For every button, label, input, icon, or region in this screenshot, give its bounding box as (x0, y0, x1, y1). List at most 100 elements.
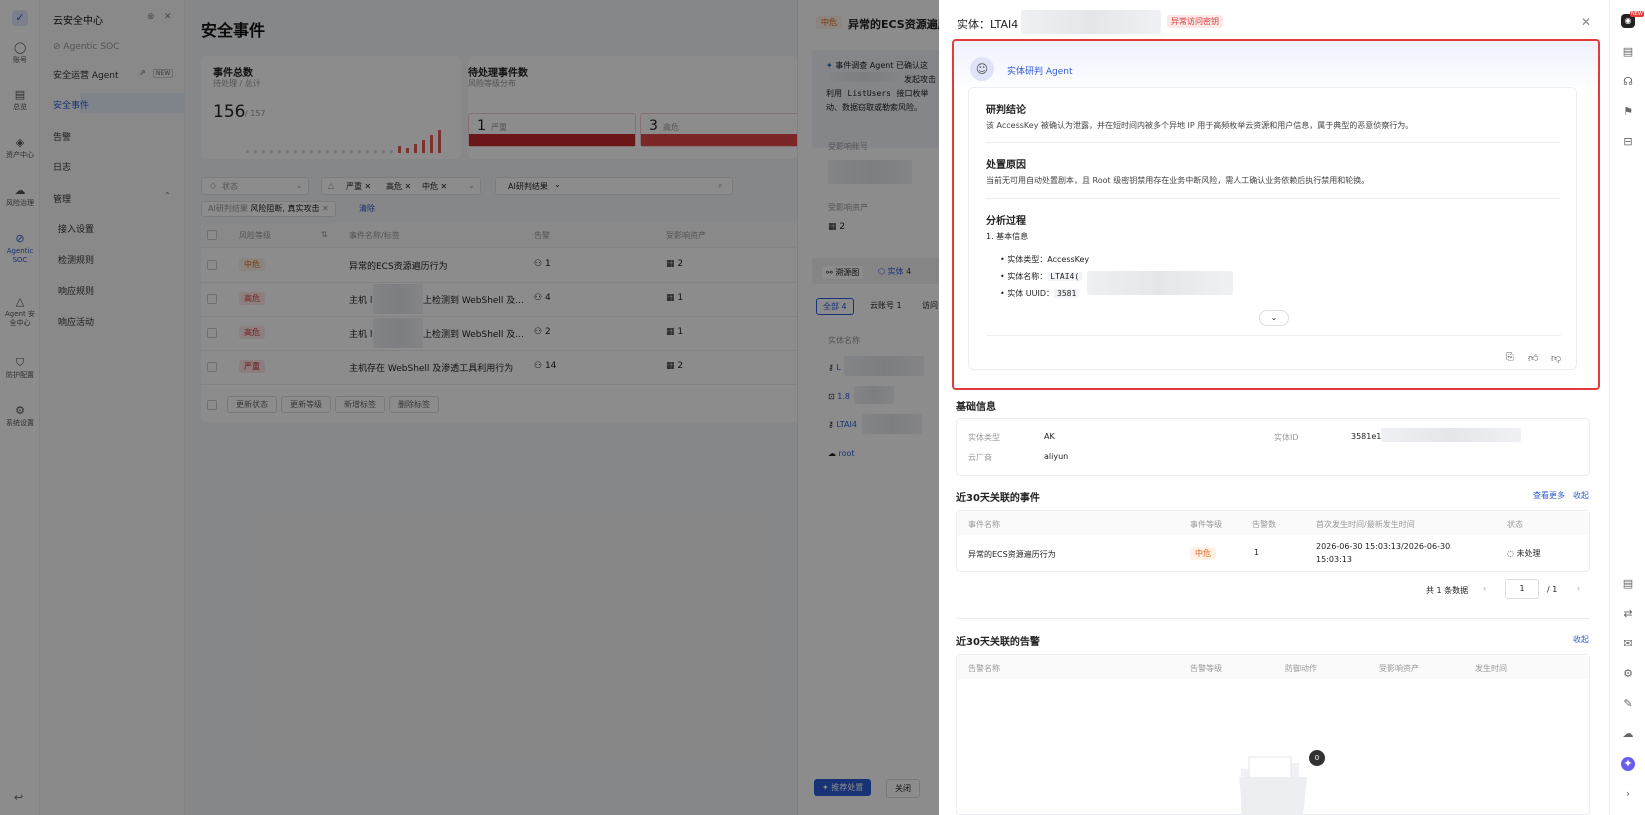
stat-subtitle: 待处理 / 总计 (213, 79, 261, 88)
search-icon[interactable]: ⌕ (718, 181, 722, 191)
prev-page-icon[interactable]: ‹ (1483, 584, 1486, 593)
rail-item-account[interactable]: ◯ 账号 (0, 42, 40, 65)
table-row[interactable]: 高危 主机 ly 上检测到 WebShell 及... ⚇ 4 ▦ 1 (201, 282, 798, 316)
related-alerts-title: 近30天关联的告警 (956, 637, 1040, 648)
clear-filters-link[interactable]: 清除 (359, 203, 375, 214)
thumbs-up-icon[interactable]: 👍︎ (1528, 352, 1538, 364)
next-page-icon[interactable]: › (1577, 584, 1580, 593)
remove-tag-button[interactable]: 删除标签 (389, 396, 439, 413)
menu-item-alerts[interactable]: 告警 (53, 130, 71, 143)
view-more-link[interactable]: 查看更多 (1533, 490, 1565, 501)
back-icon[interactable]: ↩ (14, 791, 23, 804)
menu-group-manage[interactable]: 管理 (53, 192, 71, 205)
collapse-events-link[interactable]: 收起 (1573, 490, 1589, 501)
list-icon[interactable]: ▤ (1621, 577, 1635, 591)
severity-high[interactable]: 3 高危 (640, 113, 800, 147)
row-checkbox[interactable] (207, 362, 217, 372)
subtab-all[interactable]: 全部 4 (816, 298, 854, 315)
bulk-checkbox[interactable] (207, 400, 217, 410)
thumbs-down-icon[interactable]: 👎︎ (1551, 352, 1561, 364)
cloud-sync-icon[interactable]: ☁ (1621, 727, 1635, 741)
rail-item-protection[interactable]: ⛉ 防护配置 (0, 357, 40, 380)
menu-item-response-rules[interactable]: 响应规则 (58, 284, 94, 297)
rail-item-agent-security[interactable]: △ Agent 安全中心 (0, 296, 40, 328)
tab-entity[interactable]: ⬡ 实体 4 (878, 266, 911, 277)
transfer-icon[interactable]: ⇄ (1621, 607, 1635, 621)
headset-icon[interactable]: ☊ (1621, 75, 1635, 89)
agent-avatar: ☺ (970, 57, 994, 81)
pin-icon[interactable]: ✕ (164, 12, 172, 22)
col-defense: 防御动作 (1285, 664, 1317, 673)
asset-count: ▦ 1 (666, 293, 684, 303)
edit-icon[interactable]: ✎ (1621, 697, 1635, 711)
chevron-up-icon[interactable]: ⌃ (164, 191, 171, 200)
row-checkbox[interactable] (207, 328, 217, 338)
status-select[interactable]: ◇ 状态 ⌄ (201, 177, 309, 195)
copy-icon[interactable]: ⎘ (1506, 352, 1514, 363)
related-event-count: 1 (1254, 548, 1260, 557)
lock-icon[interactable]: ⊟ (1621, 135, 1635, 149)
expand-right-icon[interactable]: › (1621, 787, 1635, 801)
settings-icon[interactable]: ⚙ (1621, 667, 1635, 681)
entity-item[interactable]: ⚷ L (828, 363, 841, 372)
table-row[interactable]: 高危 主机 ly 上检测到 WebShell 及... ⚇ 2 ▦ 1 (201, 316, 798, 350)
stat-title: 事件总数 (213, 68, 253, 79)
sort-icon[interactable]: ⇅ (321, 230, 328, 239)
update-level-button[interactable]: 更新等级 (281, 396, 331, 413)
document-icon[interactable]: ▤ (1621, 45, 1635, 59)
col-level[interactable]: 风险等级 (239, 230, 271, 241)
menu-item-response-activity[interactable]: 响应活动 (58, 315, 94, 328)
recommend-action-button[interactable]: ✦ 推荐处置 (814, 779, 872, 796)
related-event-name[interactable]: 异常的ECS资源遍历行为 (968, 549, 1056, 560)
level-select[interactable]: △ 严重 ✕ 高危 ✕ 中危 ✕ ⌄ (321, 177, 481, 195)
menu-item-detection[interactable]: 检测规则 (58, 253, 94, 266)
table-row[interactable]: 中危 异常的ECS资源遍历行为 ⚇ 1 ▦ 2 (201, 248, 798, 282)
new-badge: NEW (153, 69, 174, 78)
mail-icon[interactable]: ✉ (1621, 637, 1635, 651)
entity-item[interactable]: ⊡ 1.8 (828, 392, 850, 401)
close-icon[interactable]: ✕ (322, 204, 329, 213)
sparkle-assistant-icon[interactable]: ✦ (1621, 757, 1635, 771)
severity-critical[interactable]: 1 严重 (468, 113, 636, 147)
tag-high[interactable]: 高危 ✕ (386, 181, 411, 192)
table-row[interactable]: 严重 主机存在 WebShell 及渗透工具利用行为 ⚇ 14 ▦ 2 (201, 350, 798, 384)
tag-medium[interactable]: 中危 ✕ (422, 181, 447, 192)
page-input[interactable]: 1 (1505, 579, 1539, 599)
menu-item-security-events[interactable]: 安全事件 (53, 98, 89, 111)
event-name-tail[interactable]: 上检测到 WebShell 及... (423, 327, 524, 340)
entity-item[interactable]: ☁ root (828, 449, 855, 458)
menu-item-agent[interactable]: 安全运营 Agent (53, 68, 119, 81)
rail-item-agentic-soc[interactable]: ⊘ Agentic SOC (0, 233, 40, 265)
rail-item-settings[interactable]: ⚙ 系统设置 (0, 405, 40, 428)
rail-item-assets[interactable]: ◈ 资产中心 (0, 137, 40, 160)
rail-item-overview[interactable]: ▤ 总览 (0, 89, 40, 112)
event-name-link[interactable]: 主机存在 WebShell 及渗透工具利用行为 (349, 361, 513, 374)
menu-item-logs[interactable]: 日志 (53, 160, 71, 173)
add-tag-button[interactable]: 新增标签 (335, 396, 385, 413)
tab-graph[interactable]: ⚯ 溯源图 (822, 266, 864, 279)
subtab-cloud-account[interactable]: 云账号 1 (870, 300, 902, 311)
col-status: 状态 (1507, 520, 1523, 529)
select-all-checkbox[interactable] (207, 230, 217, 240)
ai-result-select[interactable]: AI研判结果 ⌄ ⌕ (495, 177, 733, 195)
drawer-close-icon[interactable]: ✕ (1581, 15, 1591, 29)
hide-icon[interactable]: ⊗ (147, 12, 155, 22)
rail-item-risk[interactable]: ☁ 风险治理 (0, 185, 40, 208)
collapse-alerts-link[interactable]: 收起 (1573, 634, 1589, 645)
entity-item[interactable]: ⚷ LTAI4 (828, 420, 857, 429)
event-name-tail[interactable]: 上检测到 WebShell 及... (423, 293, 524, 306)
type-label: 实体类型 (968, 433, 1000, 442)
menu-item-access[interactable]: 接入设置 (58, 222, 94, 235)
close-button[interactable]: 关闭 (886, 779, 920, 798)
event-name-link[interactable]: 异常的ECS资源遍历行为 (349, 259, 448, 272)
tag-critical[interactable]: 严重 ✕ (346, 181, 371, 192)
subtab-access[interactable]: 访问 (922, 300, 938, 311)
update-status-button[interactable]: 更新状态 (227, 396, 277, 413)
col-affected-asset: 受影响资产 (1379, 664, 1419, 673)
empty-folder-icon (1237, 747, 1309, 815)
row-checkbox[interactable] (207, 260, 217, 270)
expand-chevron-icon[interactable]: ⌄ (1259, 310, 1289, 326)
row-checkbox[interactable] (207, 294, 217, 304)
asset-icon: ▦ (666, 259, 678, 269)
flag-icon[interactable]: ⚑ (1621, 105, 1635, 119)
